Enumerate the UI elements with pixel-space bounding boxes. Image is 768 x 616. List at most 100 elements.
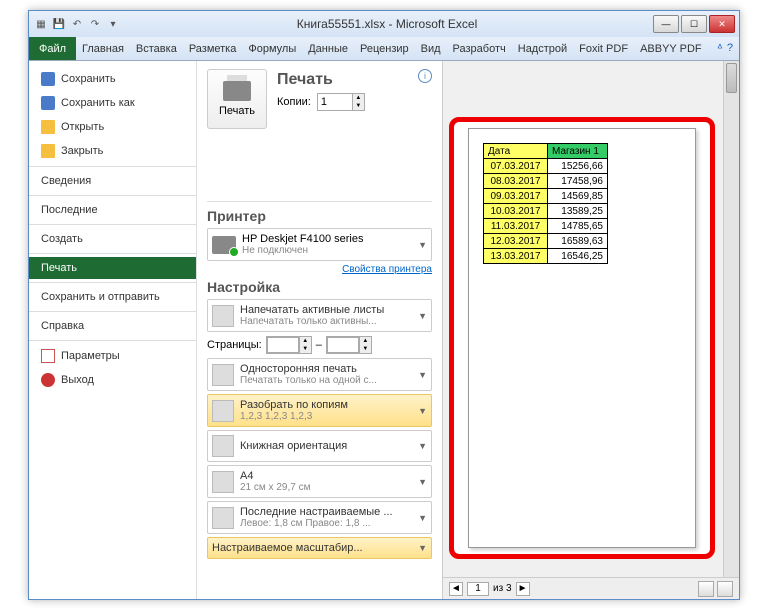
sidebar-item-close[interactable]: Закрыть — [29, 139, 196, 163]
exit-icon — [41, 373, 55, 387]
spinner-down-icon[interactable]: ▼ — [353, 102, 364, 110]
print-settings-panel: i Печать Печать Копии: ▲▼ Принтер — [197, 61, 443, 599]
scaling-selector[interactable]: Настраиваемое масштабир... ▼ — [207, 537, 432, 559]
copies-spinner[interactable]: ▲▼ — [317, 93, 365, 111]
margins-selector[interactable]: Последние настраиваемые ...Левое: 1,8 см… — [207, 501, 432, 534]
pages-row: Страницы: ▲▼ – ▲▼ — [207, 336, 432, 354]
opt-label: Книжная ориентация — [240, 440, 412, 452]
scrollbar-thumb[interactable] — [726, 63, 737, 93]
tab-foxit[interactable]: Foxit PDF — [573, 43, 634, 55]
info-icon[interactable]: i — [418, 69, 432, 83]
opt-label: Односторонняя печать — [240, 363, 412, 375]
printer-properties-link[interactable]: Свойства принтера — [207, 264, 432, 275]
chevron-down-icon: ▼ — [418, 543, 427, 553]
chevron-down-icon: ▼ — [418, 513, 427, 523]
margins-icon — [212, 507, 234, 529]
tab-addins[interactable]: Надстрой — [512, 43, 573, 55]
open-icon — [41, 120, 55, 134]
sidebar-label: Справка — [41, 320, 84, 332]
print-what-selector[interactable]: Напечатать активные листыНапечатать толь… — [207, 299, 432, 332]
pages-from-input[interactable] — [267, 337, 299, 353]
close-button[interactable]: ✕ — [709, 15, 735, 33]
zoom-page-button[interactable] — [717, 581, 733, 597]
sidebar-label: Сведения — [41, 175, 91, 187]
sidebar-item-saveas[interactable]: Сохранить как — [29, 91, 196, 115]
sidebar-item-save[interactable]: Сохранить — [29, 67, 196, 91]
table-row: 10.03.201713589,25 — [484, 204, 608, 219]
backstage-sidebar: Сохранить Сохранить как Открыть Закрыть … — [29, 61, 197, 599]
qat-dropdown-icon[interactable]: ▾ — [105, 16, 121, 32]
sidebar-item-send[interactable]: Сохранить и отправить — [29, 286, 196, 308]
copies-input[interactable] — [318, 94, 352, 110]
opt-label: Напечатать активные листы — [240, 304, 412, 316]
sidebar-item-exit[interactable]: Выход — [29, 368, 196, 392]
show-margins-button[interactable] — [698, 581, 714, 597]
sidebar-label: Открыть — [61, 121, 104, 133]
undo-icon[interactable]: ↶ — [69, 16, 85, 32]
sidebar-item-print[interactable]: Печать — [29, 257, 196, 279]
sidebar-item-open[interactable]: Открыть — [29, 115, 196, 139]
a4-icon — [212, 471, 234, 493]
opt-sublabel: 21 см x 29,7 см — [240, 482, 412, 493]
page-number-input[interactable] — [467, 582, 489, 596]
backstage: Сохранить Сохранить как Открыть Закрыть … — [29, 61, 739, 599]
sidebar-label: Создать — [41, 233, 83, 245]
sidebar-item-recent[interactable]: Последние — [29, 199, 196, 221]
redo-icon[interactable]: ↷ — [87, 16, 103, 32]
sheets-icon — [212, 305, 234, 327]
ribbon: Файл Главная Вставка Разметка Формулы Да… — [29, 37, 739, 61]
print-button[interactable]: Печать — [207, 69, 267, 129]
opt-label: Разобрать по копиям — [240, 399, 412, 411]
print-heading: Печать — [277, 71, 365, 89]
options-icon — [41, 349, 55, 363]
tab-data[interactable]: Данные — [302, 43, 354, 55]
excel-icon: ▦ — [33, 16, 49, 32]
paper-size-selector[interactable]: A421 см x 29,7 см ▼ — [207, 465, 432, 498]
orientation-selector[interactable]: Книжная ориентация ▼ — [207, 430, 432, 462]
tab-insert[interactable]: Вставка — [130, 43, 183, 55]
chevron-down-icon: ▼ — [418, 240, 427, 250]
save-icon[interactable]: 💾 — [51, 16, 67, 32]
quick-access-toolbar: ▦ 💾 ↶ ↷ ▾ — [33, 16, 121, 32]
pages-dash: – — [316, 339, 322, 351]
tab-home[interactable]: Главная — [76, 43, 130, 55]
titlebar: ▦ 💾 ↶ ↷ ▾ Книга55551.xlsx - Microsoft Ex… — [29, 11, 739, 37]
printer-selector[interactable]: HP Deskjet F4100 series Не подключен ▼ — [207, 228, 432, 261]
preview-scrollbar[interactable] — [723, 61, 739, 577]
opt-sublabel: Напечатать только активны... — [240, 316, 412, 327]
tab-abbyy[interactable]: ABBYY PDF — [634, 43, 708, 55]
printer-heading: Принтер — [207, 208, 432, 224]
pages-to-input[interactable] — [327, 337, 359, 353]
chevron-down-icon: ▼ — [418, 477, 427, 487]
minimize-button[interactable]: — — [653, 15, 679, 33]
sidebar-item-options[interactable]: Параметры — [29, 344, 196, 368]
tab-review[interactable]: Рецензир — [354, 43, 415, 55]
pages-to-spinner[interactable]: ▲▼ — [326, 336, 372, 354]
sides-selector[interactable]: Односторонняя печатьПечатать только на о… — [207, 358, 432, 391]
sidebar-label: Сохранить — [61, 73, 116, 85]
tab-layout[interactable]: Разметка — [183, 43, 243, 55]
sidebar-label: Сохранить как — [61, 97, 135, 109]
settings-heading: Настройка — [207, 279, 432, 295]
help-icon[interactable]: ? — [727, 42, 733, 55]
tab-developer[interactable]: Разработч — [447, 43, 512, 55]
collate-icon — [212, 400, 234, 422]
collate-selector[interactable]: Разобрать по копиям1,2,3 1,2,3 1,2,3 ▼ — [207, 394, 432, 427]
copies-label: Копии: — [277, 96, 311, 108]
table-row: 11.03.201714785,65 — [484, 219, 608, 234]
chevron-down-icon: ▼ — [418, 406, 427, 416]
maximize-button[interactable]: ☐ — [681, 15, 707, 33]
close-icon — [41, 144, 55, 158]
next-page-button[interactable]: ► — [516, 582, 530, 596]
spinner-up-icon[interactable]: ▲ — [353, 94, 364, 102]
sidebar-item-info[interactable]: Сведения — [29, 170, 196, 192]
minimize-ribbon-icon[interactable]: ᐞ — [717, 42, 723, 55]
sidebar-item-new[interactable]: Создать — [29, 228, 196, 250]
sidebar-item-help[interactable]: Справка — [29, 315, 196, 337]
sidebar-label: Закрыть — [61, 145, 103, 157]
tab-view[interactable]: Вид — [415, 43, 447, 55]
pages-from-spinner[interactable]: ▲▼ — [266, 336, 312, 354]
tab-formulas[interactable]: Формулы — [242, 43, 302, 55]
prev-page-button[interactable]: ◄ — [449, 582, 463, 596]
file-tab[interactable]: Файл — [29, 37, 76, 60]
